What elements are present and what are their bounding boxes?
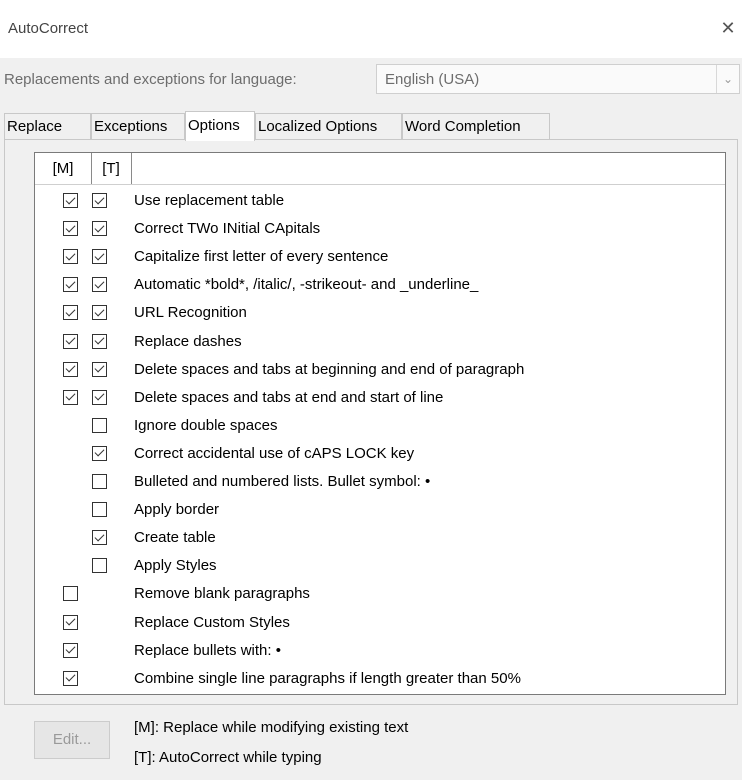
checkbox-t[interactable] [92, 389, 107, 405]
checkbox-m[interactable] [63, 249, 78, 265]
option-label: Apply border [134, 501, 220, 519]
checkbox-m[interactable] [63, 389, 78, 405]
checkbox-m[interactable] [63, 277, 78, 293]
option-row[interactable]: Apply border [35, 497, 725, 525]
legend-m: [M]: Replace while modifying existing te… [134, 719, 409, 736]
edit-button[interactable]: Edit... [34, 721, 110, 759]
option-row[interactable]: Delete spaces and tabs at beginning and … [35, 357, 725, 385]
option-label: Ignore double spaces [134, 416, 278, 434]
checkbox-m[interactable] [63, 361, 78, 377]
checkbox-m[interactable] [63, 221, 78, 237]
option-label: Capitalize first letter of every sentenc… [134, 248, 389, 266]
checkbox-m[interactable] [63, 670, 78, 686]
checkbox-t[interactable] [92, 417, 107, 433]
option-label: Automatic *bold*, /italic/, -strikeout- … [134, 276, 479, 294]
option-label: Correct TWo INitial CApitals [134, 220, 321, 238]
language-select[interactable]: English (USA) ⌄ [376, 64, 740, 94]
option-label: URL Recognition [134, 304, 247, 322]
option-label: Replace Custom Styles [134, 613, 290, 631]
option-row[interactable]: Combine single line paragraphs if length… [35, 666, 725, 694]
option-row[interactable]: Ignore double spaces [35, 413, 725, 441]
option-label: Create table [134, 529, 216, 547]
option-row[interactable]: Remove blank paragraphs [35, 581, 725, 609]
header-label[interactable] [131, 153, 724, 184]
checkbox-t[interactable] [92, 193, 107, 208]
checkbox-t[interactable] [92, 305, 107, 321]
options-list: [M] [T] Use replacement table Correct TWo… [34, 152, 726, 695]
option-row[interactable]: Bulleted and numbered lists. Bullet symb… [35, 469, 725, 497]
window-title: AutoCorrect [8, 20, 89, 37]
checkbox-t[interactable] [92, 445, 107, 461]
option-row[interactable]: Create table [35, 525, 725, 553]
close-icon[interactable]: ✕ [714, 14, 742, 42]
tab-exceptions[interactable]: Exceptions [91, 113, 185, 139]
option-row[interactable]: Delete spaces and tabs at end and start … [35, 385, 725, 413]
checkbox-t[interactable] [92, 361, 107, 377]
checkbox-t[interactable] [92, 249, 107, 265]
checkbox-m[interactable] [63, 642, 78, 658]
option-row[interactable]: Correct TWo INitial CApitals [35, 216, 725, 244]
option-row[interactable]: Replace bullets with: • [35, 638, 725, 666]
option-row[interactable]: Replace dashes [35, 329, 725, 357]
checkbox-m[interactable] [63, 333, 78, 349]
option-label: Replace dashes [134, 332, 242, 350]
option-row[interactable]: Use replacement table [35, 188, 725, 216]
language-selected-value: English (USA) [385, 71, 480, 88]
option-label: Apply Styles [134, 557, 217, 575]
tab-options[interactable]: Options [185, 111, 255, 141]
tab-replace[interactable]: Replace [4, 113, 91, 139]
option-label: Delete spaces and tabs at end and start … [134, 388, 444, 406]
checkbox-t[interactable] [92, 474, 107, 489]
checkbox-m[interactable] [63, 305, 78, 321]
checkbox-t[interactable] [92, 558, 107, 574]
option-row[interactable]: Correct accidental use of cAPS LOCK key [35, 441, 725, 469]
option-label: Bulleted and numbered lists. Bullet symb… [134, 473, 431, 490]
option-label: Use replacement table [134, 192, 285, 209]
checkbox-m[interactable] [63, 193, 78, 208]
option-label: Replace bullets with: • [134, 641, 281, 659]
tab-localized-options[interactable]: Localized Options [255, 113, 402, 139]
list-header: [M] [T] [35, 153, 725, 185]
option-label: Remove blank paragraphs [134, 585, 310, 603]
option-row[interactable]: Automatic *bold*, /italic/, -strikeout- … [35, 272, 725, 300]
legend-t: [T]: AutoCorrect while typing [134, 749, 322, 766]
chevron-down-icon[interactable]: ⌄ [716, 65, 739, 93]
option-row[interactable]: Replace Custom Styles [35, 610, 725, 638]
checkbox-t[interactable] [92, 530, 107, 546]
checkbox-t[interactable] [92, 502, 107, 518]
checkbox-t[interactable] [92, 277, 107, 293]
option-row[interactable]: Capitalize first letter of every sentenc… [35, 244, 725, 272]
language-label: Replacements and exceptions for language… [4, 71, 297, 88]
checkbox-m[interactable] [63, 586, 78, 602]
tab-word-completion[interactable]: Word Completion [402, 113, 550, 139]
checkbox-t[interactable] [92, 333, 107, 349]
option-label: Combine single line paragraphs if length… [134, 669, 521, 687]
checkbox-t[interactable] [92, 221, 107, 237]
checkbox-m[interactable] [63, 614, 78, 630]
option-row[interactable]: Apply Styles [35, 553, 725, 581]
option-row[interactable]: URL Recognition [35, 300, 725, 328]
header-t[interactable]: [T] [91, 153, 132, 184]
option-label: Delete spaces and tabs at beginning and … [134, 360, 525, 378]
title-bar: AutoCorrect ✕ [0, 0, 742, 58]
option-label: Correct accidental use of cAPS LOCK key [134, 444, 415, 462]
header-m[interactable]: [M] [35, 153, 92, 184]
